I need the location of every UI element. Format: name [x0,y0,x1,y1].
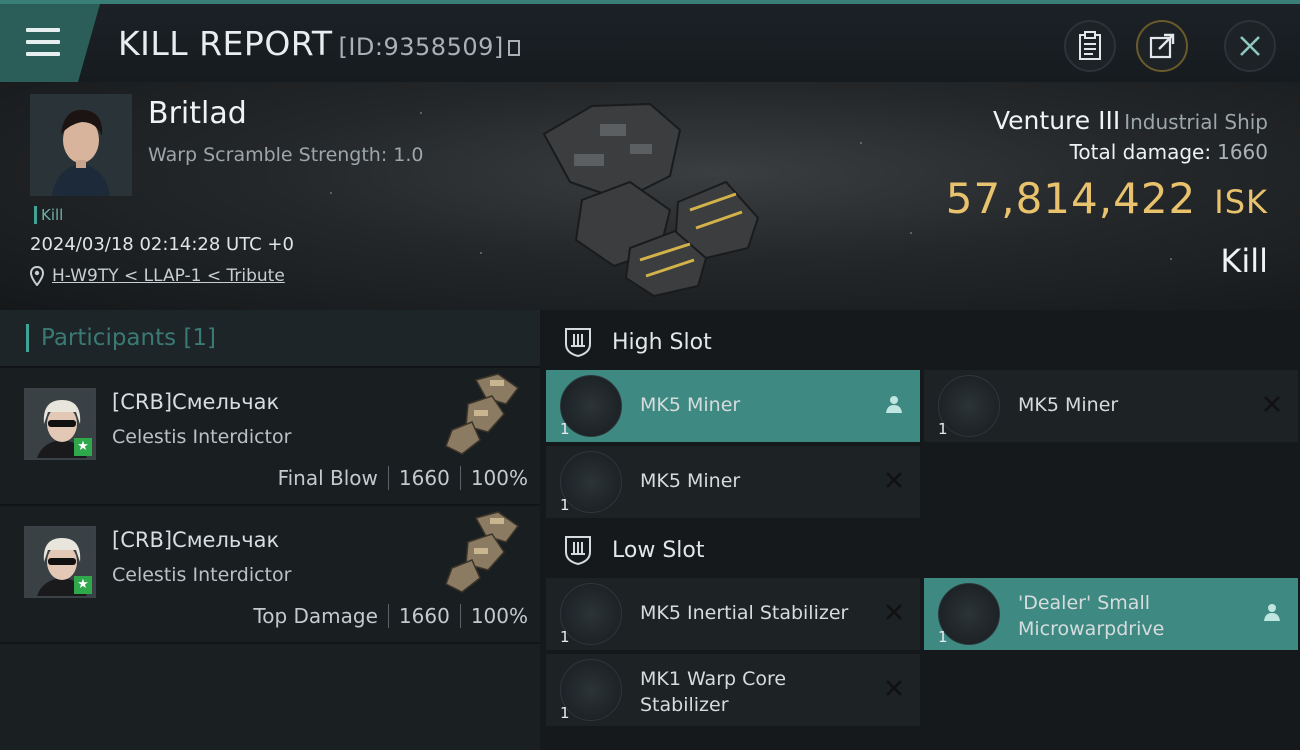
star-badge-icon: ★ [74,438,92,456]
menu-icon [26,28,60,56]
total-damage: Total damage: 1660 [1070,140,1268,164]
participant-ship-image[interactable] [432,370,528,466]
high-slot-header: High Slot [540,312,1300,372]
isk-amount: 57,814,422 [945,174,1197,223]
share-icon [1149,33,1175,59]
participant-stats: Final Blow 1660 100% [278,466,528,490]
participant-avatar[interactable]: ★ [24,388,96,460]
high-slot-icon [565,328,591,358]
module-quantity: 1 [938,628,948,646]
module-item[interactable]: 1 MK5 Miner [924,370,1298,442]
module-item[interactable]: 1 'Dealer' Small Microwarpdrive [924,578,1298,650]
module-item[interactable]: 1 MK1 Warp Core Stabilizer [546,654,920,726]
isk-unit: ISK [1214,183,1268,221]
participant-row[interactable]: ★ [CRB]Смельчак Celestis Interdictor Top… [0,506,540,644]
participant-role: Top Damage [253,604,378,628]
module-quantity: 1 [560,496,570,514]
participant-damage: 1660 [398,466,450,490]
fitting-panel: High Slot 1 MK5 Miner 1 MK5 Miner 1 MK5 … [540,310,1300,750]
share-button[interactable] [1136,20,1188,72]
page-title: KILL REPORT [ID:9358509] [118,24,520,63]
module-name: MK5 Inertial Stabilizer [640,602,849,624]
ship-class: Industrial Ship [1124,110,1268,134]
high-slot-label: High Slot [612,329,712,355]
destroyed-x-icon [882,676,906,700]
victim-name[interactable]: Britlad [148,96,247,131]
clipboard-icon [1079,31,1101,60]
participant-percent: 100% [470,604,528,628]
victim-ship[interactable]: Venture III Industrial Ship [993,106,1268,135]
participant-row[interactable]: ★ [CRB]Смельчак Celestis Interdictor Fin… [0,368,540,506]
dropped-person-icon [1260,600,1284,624]
low-slot-icon [565,536,591,566]
total-damage-label: Total damage: [1069,140,1212,164]
dropped-person-icon [882,392,906,416]
isk-value: 57,814,422 ISK [946,174,1268,223]
location-link[interactable]: H-W9TY < LLAP-1 < Tribute [52,266,285,286]
participant-stats: Top Damage 1660 100% [253,604,528,628]
participants-label: Participants [1] [41,325,216,351]
victim-portrait[interactable] [30,94,132,196]
module-name: 'Dealer' Small Microwarpdrive [1018,592,1165,640]
module-quantity: 1 [560,420,570,438]
location-pin-icon [30,266,44,286]
menu-button[interactable] [0,4,100,82]
copy-icon[interactable] [507,40,520,56]
kill-datetime: 2024/03/18 02:14:28 UTC +0 [30,234,294,255]
kill-location[interactable]: H-W9TY < LLAP-1 < Tribute [30,266,285,286]
destroyed-x-icon [882,600,906,624]
module-name: MK5 Miner [640,394,741,416]
close-icon [1240,36,1260,56]
participant-role: Final Blow [277,466,378,490]
portrait-image [30,94,132,196]
participant-percent: 100% [470,466,528,490]
module-quantity: 1 [938,420,948,438]
module-item[interactable]: 1 MK5 Miner [546,370,920,442]
total-damage-value: 1660 [1217,140,1268,164]
victim-ship-image[interactable] [530,90,770,302]
participant-name[interactable]: [CRB]Смельчак [112,390,279,414]
participant-ship: Celestis Interdictor [112,564,292,586]
participants-panel: Participants [1] ★ [CRB]Смельчак Celesti… [0,310,540,750]
close-button[interactable] [1224,20,1276,72]
participant-damage: 1660 [398,604,450,628]
star-badge-icon: ★ [74,576,92,594]
module-item[interactable]: 1 MK5 Miner [546,446,920,518]
module-name: MK5 Miner [640,470,741,492]
participant-avatar[interactable]: ★ [24,526,96,598]
module-quantity: 1 [560,704,570,722]
kill-tag: Kill [34,206,63,224]
warp-scramble-strength: Warp Scramble Strength: 1.0 [148,144,424,166]
module-quantity: 1 [560,628,570,646]
victim-summary: Britlad Warp Scramble Strength: 1.0 Kill… [0,82,1300,310]
ship-name: Venture III [993,106,1121,135]
module-item[interactable]: 1 MK5 Inertial Stabilizer [546,578,920,650]
destroyed-x-icon [882,468,906,492]
low-slot-header: Low Slot [540,520,1300,580]
participant-ship: Celestis Interdictor [112,426,292,448]
participant-ship-image[interactable] [432,508,528,604]
module-name: MK1 Warp Core Stabilizer [640,668,787,716]
header-accent-bar [26,324,29,352]
header-bar: KILL REPORT [ID:9358509] [0,0,1300,82]
clipboard-button[interactable] [1064,20,1116,72]
kill-result: Kill [1220,242,1268,280]
participant-name[interactable]: [CRB]Смельчак [112,528,279,552]
destroyed-x-icon [1260,392,1284,416]
module-name: MK5 Miner [1018,394,1119,416]
low-slot-label: Low Slot [612,537,705,563]
title-text: KILL REPORT [118,24,333,63]
participants-header[interactable]: Participants [1] [0,310,540,368]
report-id: [ID:9358509] [338,33,504,61]
